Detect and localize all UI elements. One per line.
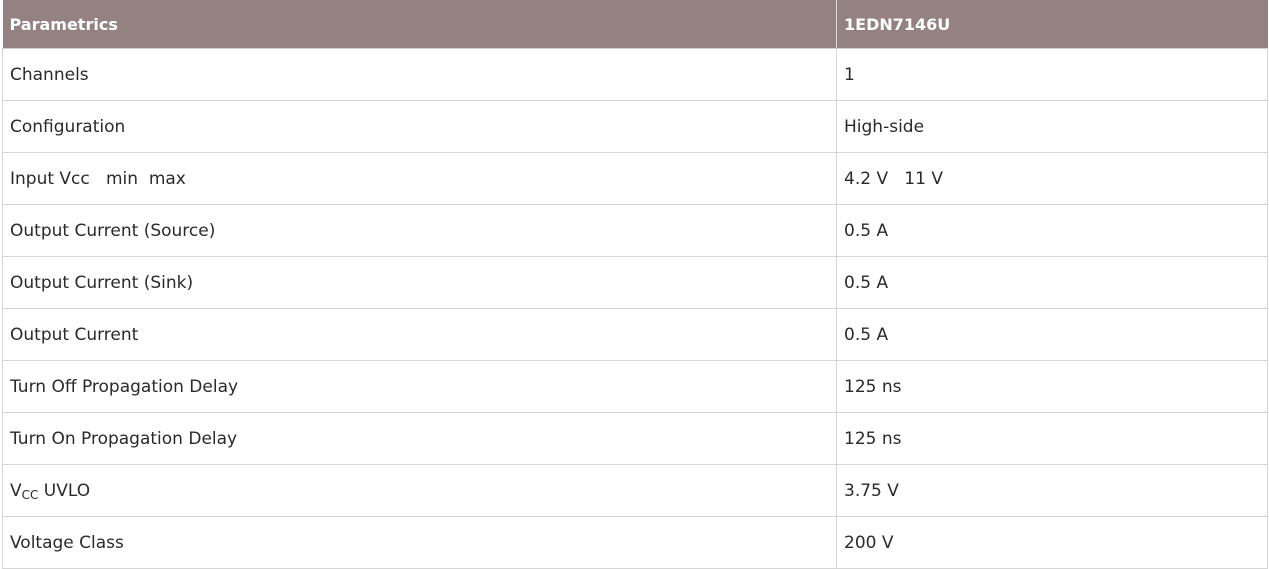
header-row: Parametrics 1EDN7146U: [2, 0, 1268, 49]
table-row-output-current: Output Current 0.5 A: [2, 308, 1268, 361]
parametrics-table: Parametrics 1EDN7146U Channels 1 Configu…: [2, 0, 1268, 569]
param-value: 200 V: [836, 516, 1268, 569]
param-label: Input Vcc min max: [2, 152, 837, 205]
table-row-voltage-class: Voltage Class 200 V: [2, 516, 1268, 569]
param-label: Voltage Class: [2, 516, 837, 569]
param-label: Output Current: [2, 308, 837, 361]
table-body: Channels 1 Configuration High-side Input…: [2, 48, 1268, 569]
table-row-output-current-source: Output Current (Source) 0.5 A: [2, 204, 1268, 257]
header-parametrics: Parametrics: [2, 0, 837, 49]
table-row-input-vcc: Input Vcc min max 4.2 V 11 V: [2, 152, 1268, 205]
table-row-turn-off-delay: Turn Off Propagation Delay 125 ns: [2, 360, 1268, 413]
param-value: 0.5 A: [836, 204, 1268, 257]
table-row-configuration: Configuration High-side: [2, 100, 1268, 153]
param-value: 125 ns: [836, 412, 1268, 465]
header-product: 1EDN7146U: [836, 0, 1268, 49]
param-label-rest: UVLO: [38, 480, 91, 501]
table-header: Parametrics 1EDN7146U: [2, 0, 1268, 49]
param-value: 0.5 A: [836, 308, 1268, 361]
param-value: 1: [836, 48, 1268, 101]
param-value: 3.75 V: [836, 464, 1268, 517]
param-label-main: V: [10, 480, 22, 501]
param-value: 0.5 A: [836, 256, 1268, 309]
param-label: Turn On Propagation Delay: [2, 412, 837, 465]
table-row-vcc-uvlo: VCC UVLO 3.75 V: [2, 464, 1268, 517]
param-value: 4.2 V 11 V: [836, 152, 1268, 205]
table-row-channels: Channels 1: [2, 48, 1268, 101]
parametrics-table-container: Parametrics 1EDN7146U Channels 1 Configu…: [2, 0, 1268, 569]
table-row-output-current-sink: Output Current (Sink) 0.5 A: [2, 256, 1268, 309]
param-label: VCC UVLO: [2, 464, 837, 517]
param-label: Output Current (Sink): [2, 256, 837, 309]
param-label: Channels: [2, 48, 837, 101]
param-value: High-side: [836, 100, 1268, 153]
table-row-turn-on-delay: Turn On Propagation Delay 125 ns: [2, 412, 1268, 465]
param-label: Turn Off Propagation Delay: [2, 360, 837, 413]
param-value: 125 ns: [836, 360, 1268, 413]
param-label-subscript: CC: [21, 487, 39, 502]
param-label: Configuration: [2, 100, 837, 153]
param-label: Output Current (Source): [2, 204, 837, 257]
